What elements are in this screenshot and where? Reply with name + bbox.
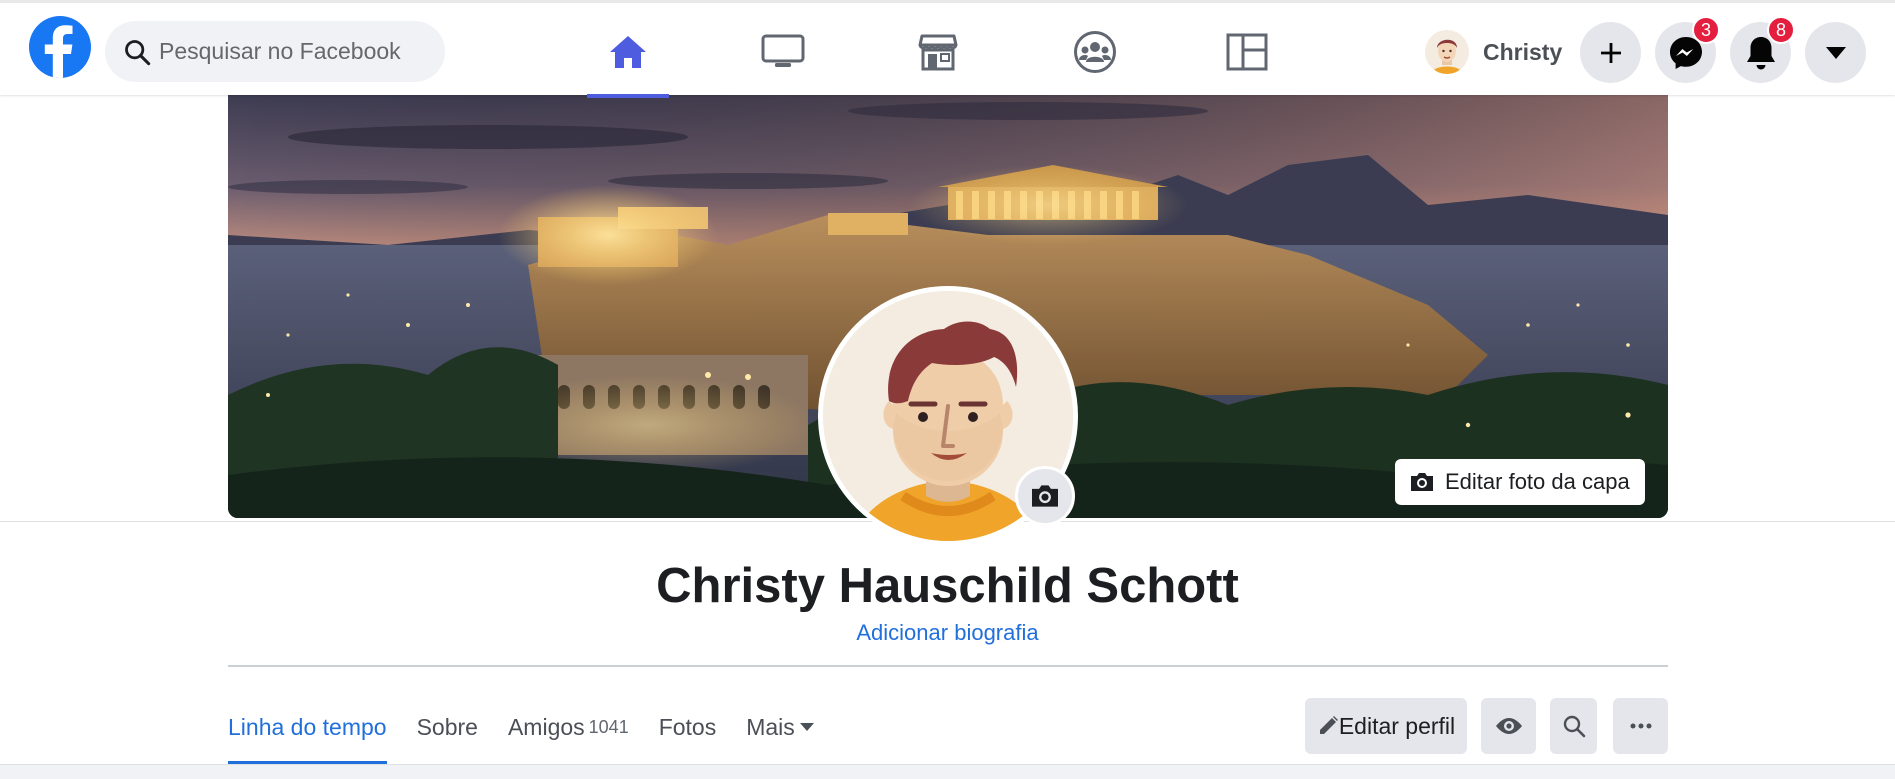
add-bio-link[interactable]: Adicionar biografia: [856, 620, 1038, 645]
page-background: [0, 764, 1895, 779]
tab-friends-label: Amigos: [507, 713, 585, 740]
search-bar[interactable]: [105, 21, 445, 82]
profile-tabs: Linha do tempo Sobre Amigos 1041 Fotos M…: [228, 690, 845, 764]
caret-down-icon: [799, 723, 814, 731]
profile-name-heading: Christy Hauschild Schott: [656, 559, 1239, 613]
pencil-icon: [1319, 716, 1338, 734]
search-icon: [125, 39, 151, 65]
nav-tab-groups[interactable]: [1040, 6, 1150, 98]
nav-tab-watch[interactable]: [728, 6, 838, 98]
home-icon: [610, 36, 646, 68]
more-dots-icon: [1630, 723, 1651, 729]
nav-tab-marketplace[interactable]: [883, 6, 993, 98]
update-profile-picture-button[interactable]: [1015, 466, 1075, 526]
more-options-button[interactable]: [1613, 698, 1668, 754]
create-button[interactable]: [1580, 22, 1641, 83]
eye-icon: [1495, 718, 1522, 734]
tab-friends[interactable]: Amigos 1041: [508, 690, 629, 764]
edit-cover-photo-label: Editar foto da capa: [1445, 469, 1630, 494]
tab-more[interactable]: Mais: [746, 690, 815, 764]
profile-shortcut[interactable]: Christy: [1425, 27, 1562, 77]
tab-more-label: Mais: [746, 713, 795, 740]
divider: [228, 665, 1668, 667]
notifications-badge: 8: [1767, 16, 1795, 44]
plus-icon: [1600, 42, 1621, 63]
notifications-button[interactable]: 8: [1730, 16, 1795, 83]
edit-profile-label: Editar perfil: [1338, 712, 1456, 739]
edit-cover-photo-button[interactable]: Editar foto da capa: [1395, 459, 1645, 505]
tab-timeline[interactable]: Linha do tempo: [228, 690, 387, 764]
tab-about[interactable]: Sobre: [417, 690, 478, 764]
store-icon: [918, 34, 958, 71]
tab-photos[interactable]: Fotos: [659, 690, 717, 764]
layout-icon: [1226, 33, 1268, 71]
avatar: [1425, 30, 1469, 74]
groups-icon: [1074, 31, 1116, 73]
camera-icon: [1411, 473, 1433, 491]
view-as-button[interactable]: [1481, 698, 1536, 754]
edit-profile-button[interactable]: Editar perfil: [1305, 698, 1467, 754]
friends-count: 1041: [588, 716, 629, 737]
search-input[interactable]: [159, 38, 439, 65]
camera-icon: [1032, 485, 1058, 507]
messenger-badge: 3: [1692, 16, 1720, 44]
search-icon: [1563, 715, 1585, 738]
account-menu-button[interactable]: [1805, 22, 1866, 83]
facebook-logo-icon[interactable]: [29, 16, 91, 78]
caret-down-icon: [1825, 46, 1846, 59]
profile-search-button[interactable]: [1550, 698, 1597, 754]
messenger-button[interactable]: 3: [1655, 16, 1720, 83]
monitor-icon: [761, 34, 805, 67]
nav-tab-gaming[interactable]: [1192, 6, 1302, 98]
top-navigation-bar: Christy 3 8: [0, 0, 1895, 98]
profile-name[interactable]: Christy: [1483, 39, 1562, 66]
nav-tab-home[interactable]: [573, 6, 683, 98]
